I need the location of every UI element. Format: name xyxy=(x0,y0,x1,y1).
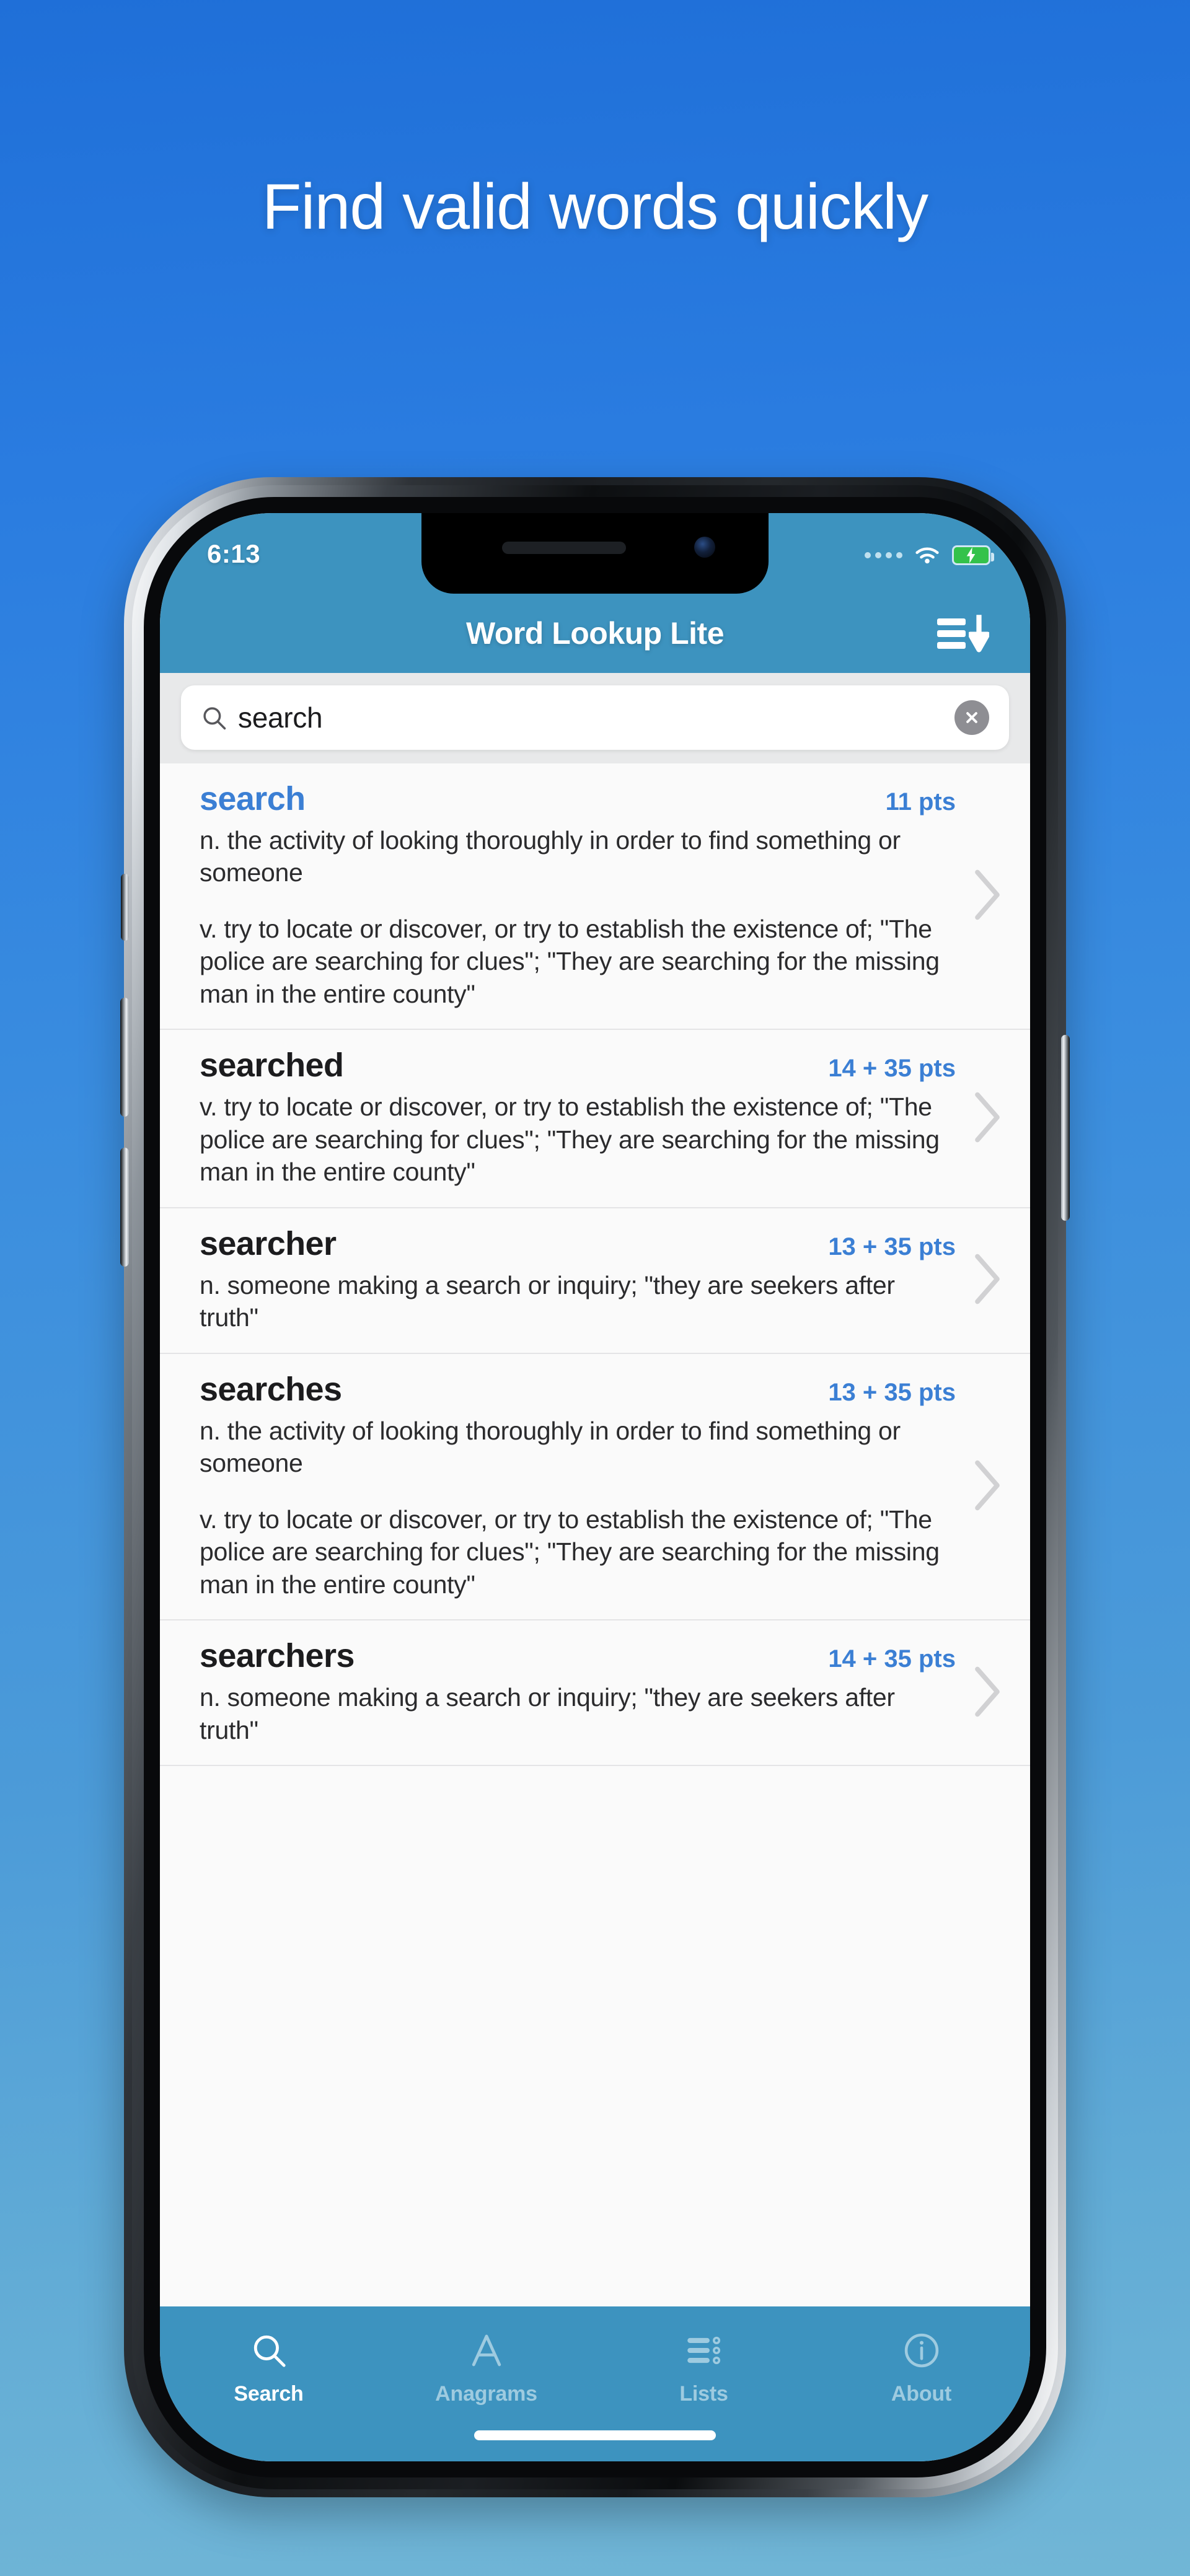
wifi-icon xyxy=(915,547,939,564)
result-definition: v. try to locate or discover, or try to … xyxy=(200,1092,940,1187)
result-row[interactable]: searches 13 + 35 pts n. the activity of … xyxy=(160,1353,1030,1621)
result-points: 13 + 35 pts xyxy=(828,1233,956,1260)
result-points: 14 + 35 pts xyxy=(828,1055,956,1083)
result-definition: n. the activity of looking thoroughly in… xyxy=(200,826,901,887)
lightning-bolt-icon xyxy=(966,547,976,563)
list-icon xyxy=(686,2325,722,2376)
chevron-right-icon xyxy=(975,1460,1000,1511)
chevron-right-icon xyxy=(975,869,1000,920)
power-button[interactable] xyxy=(1061,1035,1070,1221)
search-input[interactable]: search xyxy=(238,701,954,734)
result-row[interactable]: searched 14 + 35 pts v. try to locate or… xyxy=(160,1030,1030,1208)
earpiece-speaker-icon xyxy=(502,542,626,554)
signal-dots-icon xyxy=(865,552,902,558)
magnifier-icon xyxy=(253,2335,286,2367)
chevron-right-icon xyxy=(975,1666,1000,1717)
chevron-right-icon xyxy=(975,1254,1000,1304)
tab-about[interactable]: About xyxy=(813,2325,1030,2406)
result-body: searchers 14 + 35 pts n. someone making … xyxy=(200,1637,956,1746)
result-body: searcher 13 + 35 pts n. someone making a… xyxy=(200,1224,956,1334)
result-header: searcher 13 + 35 pts xyxy=(200,1224,956,1263)
result-body: searched 14 + 35 pts v. try to locate or… xyxy=(200,1046,956,1188)
sort-bars-icon xyxy=(937,618,966,649)
result-points: 13 + 35 pts xyxy=(828,1378,956,1406)
nav-bar: Word Lookup Lite xyxy=(160,594,1030,673)
result-word: searches xyxy=(200,1370,342,1408)
result-row[interactable]: searcher 13 + 35 pts n. someone making a… xyxy=(160,1208,1030,1354)
result-header: searchers 14 + 35 pts xyxy=(200,1637,956,1675)
result-definition: n. the activity of looking thoroughly in… xyxy=(200,1416,901,1478)
result-points: 14 + 35 pts xyxy=(828,1645,956,1673)
battery-charging-icon xyxy=(952,545,994,565)
result-header: searched 14 + 35 pts xyxy=(200,1046,956,1084)
result-points: 11 pts xyxy=(885,788,956,815)
result-word: searchers xyxy=(200,1637,355,1675)
letter-a-icon xyxy=(472,2334,501,2367)
result-definition: v. try to locate or discover, or try to … xyxy=(200,914,940,1008)
silent-switch-button[interactable] xyxy=(121,874,129,941)
status-clock: 6:13 xyxy=(207,539,261,568)
home-indicator[interactable] xyxy=(474,2430,716,2440)
result-header: searches 13 + 35 pts xyxy=(200,1370,956,1409)
volume-up-button[interactable] xyxy=(120,998,129,1117)
tab-lists[interactable]: Lists xyxy=(595,2325,813,2406)
status-indicators xyxy=(865,539,994,566)
clear-search-button[interactable] xyxy=(954,700,989,735)
app-title: Word Lookup Lite xyxy=(465,616,725,651)
tab-label: Anagrams xyxy=(435,2382,537,2406)
phone-notch xyxy=(421,513,769,594)
tab-label: Lists xyxy=(679,2382,728,2406)
results-list[interactable]: search 11 pts n. the activity of looking… xyxy=(160,763,1030,2306)
result-row[interactable]: search 11 pts n. the activity of looking… xyxy=(160,763,1030,1031)
result-body: search 11 pts n. the activity of looking… xyxy=(200,780,956,1010)
result-body: searches 13 + 35 pts n. the activity of … xyxy=(200,1370,956,1601)
sort-button[interactable] xyxy=(937,611,989,656)
list-icon xyxy=(687,2336,720,2365)
result-header: search 11 pts xyxy=(200,780,956,818)
tab-anagrams[interactable]: Anagrams xyxy=(377,2325,595,2406)
info-icon xyxy=(904,2333,938,2368)
chevron-right-icon xyxy=(975,1092,1000,1143)
tab-search[interactable]: Search xyxy=(160,2325,377,2406)
letter-a-icon xyxy=(469,2325,505,2376)
volume-down-button[interactable] xyxy=(120,1148,129,1267)
front-camera-icon xyxy=(694,537,715,558)
info-icon xyxy=(904,2325,940,2376)
tab-label: About xyxy=(891,2382,952,2406)
search-icon xyxy=(203,707,226,730)
result-definition: n. someone making a search or inquiry; "… xyxy=(200,1683,895,1744)
close-icon xyxy=(966,712,977,723)
result-row[interactable]: searchers 14 + 35 pts n. someone making … xyxy=(160,1620,1030,1766)
phone-screen: 6:13 Word Lookup Lite search search 11 p… xyxy=(160,513,1030,2461)
result-definition: v. try to locate or discover, or try to … xyxy=(200,1505,940,1599)
result-definition: n. someone making a search or inquiry; "… xyxy=(200,1270,895,1332)
phone-mockup: 6:13 Word Lookup Lite search search 11 p… xyxy=(120,477,1070,2497)
search-bar-area: search xyxy=(160,673,1030,763)
magnifier-icon xyxy=(251,2325,287,2376)
search-field[interactable]: search xyxy=(181,685,1009,750)
result-word: search xyxy=(200,780,306,817)
tab-label: Search xyxy=(234,2382,304,2406)
arrow-down-icon xyxy=(969,615,989,653)
result-word: searched xyxy=(200,1047,344,1084)
result-word: searcher xyxy=(200,1224,337,1262)
page-title: Find valid words quickly xyxy=(262,171,928,243)
